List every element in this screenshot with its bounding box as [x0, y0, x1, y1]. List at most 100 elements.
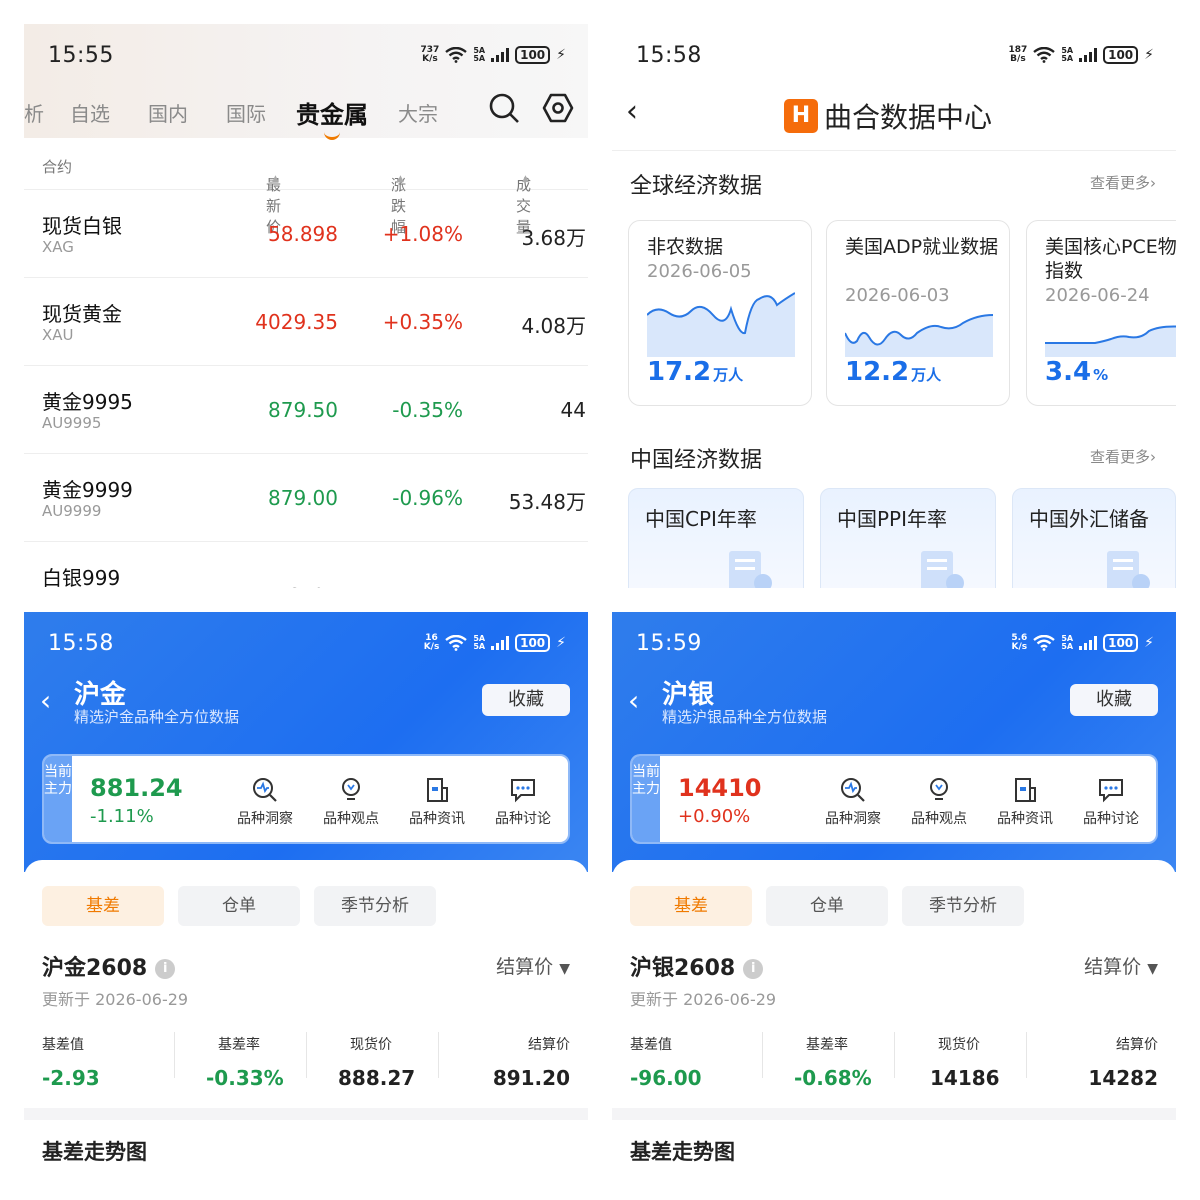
row-name: 现货白银	[42, 214, 122, 238]
action-discussion[interactable]: 品种讨论	[488, 776, 558, 828]
signal-label: 5A 5A	[473, 46, 486, 63]
econ-card[interactable]: 美国ADP就业数据 2026-06-03 12.2 万人	[826, 220, 1010, 406]
card-title: 美国ADP就业数据	[845, 236, 999, 258]
battery-icon: 100	[515, 634, 551, 652]
card-title: 非农数据	[647, 236, 724, 258]
status-bar: 15:58 187 B/s 5A 5A 100 ⚡	[612, 24, 1176, 86]
market-row[interactable]: 白银999 6795 -- --	[24, 542, 588, 588]
back-icon[interactable]: ‹	[40, 684, 51, 717]
section-title-china: 中国经济数据	[630, 448, 763, 473]
row-name: 黄金9995	[42, 390, 133, 414]
action-news[interactable]: 品种资讯	[990, 776, 1060, 828]
see-more-china-link[interactable]: 查看更多›	[1090, 446, 1156, 467]
status-time: 15:55	[48, 42, 114, 68]
update-time: 更新于 2026-06-29	[42, 990, 189, 1009]
china-data-card[interactable]: 中国PPI年率	[820, 488, 996, 588]
status-icons: 187 B/s 5A 5A 100 ⚡	[1009, 46, 1154, 64]
wifi-icon	[1033, 47, 1056, 63]
tab-seasonal-analysis[interactable]: 季节分析	[314, 886, 436, 926]
status-time: 15:58	[636, 42, 702, 68]
tab-basis[interactable]: 基差	[42, 886, 164, 926]
sort-icon: ▲	[522, 174, 529, 184]
row-volume: --	[572, 584, 586, 588]
info-icon[interactable]: i	[155, 959, 176, 979]
signal-label: 5A 5A	[473, 634, 486, 651]
tab-commodities[interactable]: 大宗	[398, 98, 438, 127]
tab-warehouse-receipt[interactable]: 仓单	[766, 886, 888, 926]
metric-value: 14186	[930, 1066, 1000, 1090]
favorite-button[interactable]: 收藏	[482, 684, 570, 716]
tab-domestic[interactable]: 国内	[148, 98, 188, 127]
row-change: --	[449, 584, 463, 588]
status-bar: 15:58 16 K/s 5A 5A 100 ⚡	[24, 612, 588, 674]
wifi-icon	[445, 47, 468, 63]
row-volume: 44	[560, 398, 586, 422]
metric-value: 14282	[1088, 1066, 1158, 1090]
market-row[interactable]: 黄金9995 AU9995 879.50 -0.35% 44	[24, 366, 588, 454]
trend-sparkline	[1045, 325, 1176, 357]
section-title-global: 全球经济数据	[630, 174, 763, 199]
market-table-header: 合约 最新价 ▲ 涨跌幅 ▲ 成交量 ▲	[24, 138, 588, 236]
action-news[interactable]: 品种资讯	[402, 776, 472, 828]
caret-down-icon: ▼	[1147, 961, 1158, 977]
contract-name: 沪银2608 i	[630, 950, 764, 982]
status-icons: 16 K/s 5A 5A 100 ⚡	[424, 634, 566, 652]
econ-card[interactable]: 非农数据 2026-06-05 17.2 万人	[628, 220, 812, 406]
row-price: 879.00	[268, 486, 338, 510]
row-name: 现货黄金	[42, 302, 122, 326]
brand-logo-icon: H	[784, 99, 818, 133]
signal-label: 5A 5A	[1061, 634, 1074, 651]
market-row[interactable]: 现货黄金 XAU 4029.35 +0.35% 4.08万	[24, 278, 588, 366]
settings-icon[interactable]	[542, 92, 574, 124]
china-data-card[interactable]: 中国CPI年率	[628, 488, 804, 588]
market-row[interactable]: 现货白银 XAG 58.898 +1.08% 3.68万	[24, 190, 588, 278]
metric-value: -0.33%	[206, 1066, 284, 1090]
gold-futures-screen: 15:58 16 K/s 5A 5A 100 ⚡ ‹ 沪金 精选沪金品种全方位数据 …	[24, 612, 588, 1176]
row-name: 黄金9999	[42, 478, 133, 502]
metric-label: 结算价	[1116, 1037, 1158, 1053]
tab-basis[interactable]: 基差	[630, 886, 752, 926]
row-change: +0.35%	[382, 310, 463, 334]
main-contract-quote[interactable]: 当前主力 881.24 -1.11% 品种洞察 品种观点 品种资讯 品种讨论	[42, 754, 570, 844]
tab-watchlist[interactable]: 自选	[70, 98, 110, 127]
divider	[612, 150, 1176, 151]
row-code: XAU	[42, 326, 74, 344]
action-insight[interactable]: 品种洞察	[818, 776, 888, 828]
metric-label: 结算价	[528, 1037, 570, 1053]
china-data-card[interactable]: 中国外汇储备	[1012, 488, 1176, 588]
tab-international[interactable]: 国际	[226, 98, 266, 127]
info-icon[interactable]: i	[743, 959, 764, 979]
page-title-text: 曲合数据中心	[824, 101, 993, 134]
back-icon[interactable]: ‹	[628, 684, 639, 717]
basis-chart-title: 基差走势图	[42, 1140, 147, 1164]
action-discussion[interactable]: 品种讨论	[1076, 776, 1146, 828]
market-row[interactable]: 黄金9999 AU9999 879.00 -0.96% 53.48万	[24, 454, 588, 542]
see-more-global-link[interactable]: 查看更多›	[1090, 172, 1156, 193]
card-date: 2026-06-05	[647, 261, 752, 282]
tab-precious-metals[interactable]: 贵金属	[296, 95, 368, 140]
card-value: 12.2 万人	[845, 357, 942, 387]
row-name: 白银999	[42, 566, 121, 588]
main-contract-quote[interactable]: 当前主力 14410 +0.90% 品种洞察 品种观点 品种资讯 品种讨论	[630, 754, 1158, 844]
row-code: AU9999	[42, 502, 102, 520]
header-actions	[488, 92, 574, 124]
china-card-title: 中国PPI年率	[837, 507, 948, 531]
back-icon[interactable]: ‹	[626, 94, 638, 129]
status-time: 15:58	[48, 630, 114, 656]
tab-warehouse-receipt[interactable]: 仓单	[178, 886, 300, 926]
action-opinion[interactable]: 品种观点	[316, 776, 386, 828]
row-volume: 4.08万	[521, 314, 586, 338]
favorite-button[interactable]: 收藏	[1070, 684, 1158, 716]
main-contract-tag: 当前主力	[44, 756, 72, 842]
action-insight[interactable]: 品种洞察	[230, 776, 300, 828]
search-icon[interactable]	[488, 92, 520, 124]
row-price: 6795	[287, 584, 338, 588]
tab-seasonal-analysis[interactable]: 季节分析	[902, 886, 1024, 926]
price-type-dropdown[interactable]: 结算价 ▼	[496, 952, 570, 979]
metric-label: 现货价	[938, 1037, 980, 1053]
price-type-dropdown[interactable]: 结算价 ▼	[1084, 952, 1158, 979]
tab-analysis[interactable]: 析	[24, 98, 44, 127]
wifi-icon	[445, 635, 468, 651]
econ-card[interactable]: 美国核心PCE物价指数 2026-06-24 3.4%	[1026, 220, 1176, 406]
action-opinion[interactable]: 品种观点	[904, 776, 974, 828]
